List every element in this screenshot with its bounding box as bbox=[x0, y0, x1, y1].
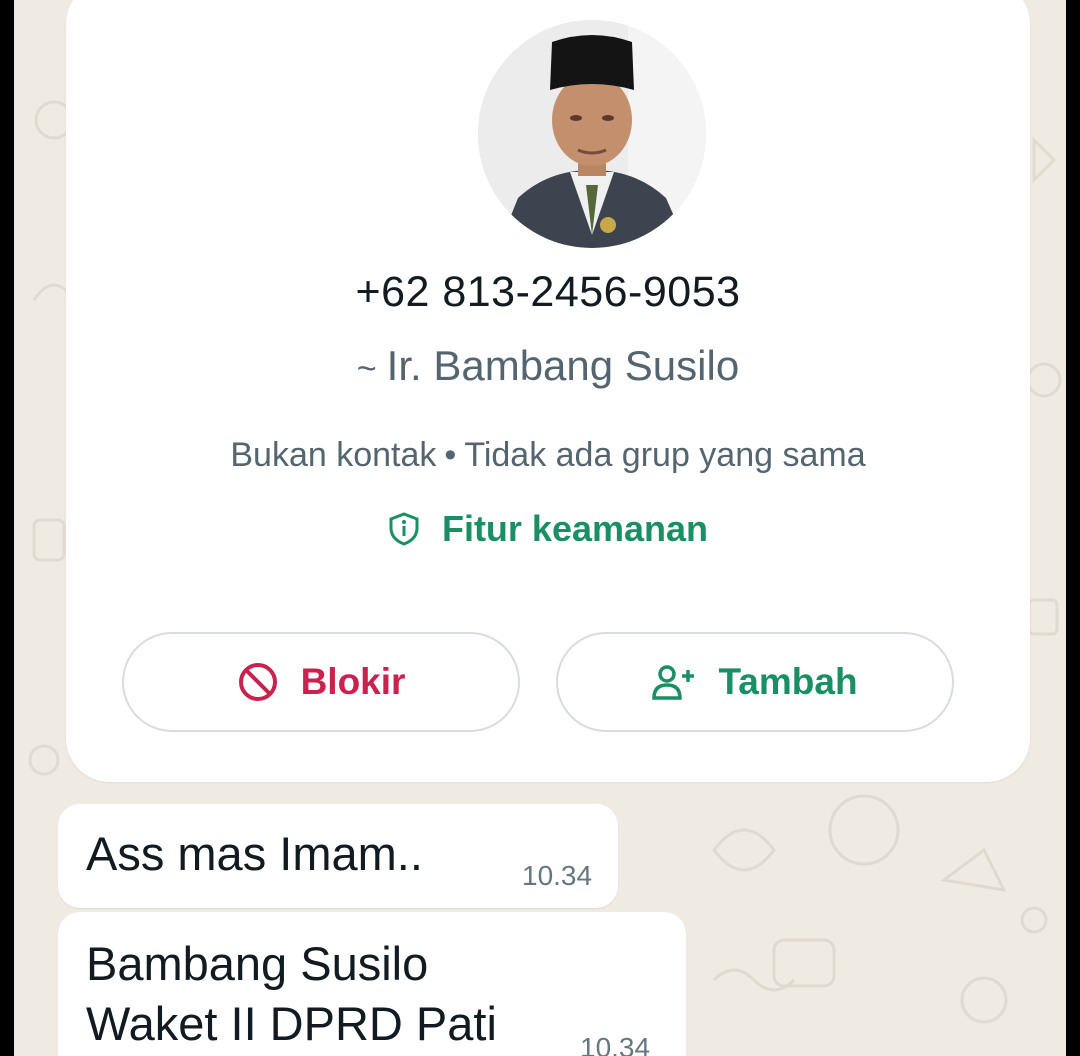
block-button[interactable]: Blokir bbox=[122, 632, 520, 732]
separator-dot: • bbox=[444, 436, 457, 474]
chat-screen: +62 813-2456-9053 ~ Ir. Bambang Susilo Bu… bbox=[14, 0, 1066, 1056]
push-name-prefix: ~ bbox=[356, 350, 377, 388]
message-bubble[interactable]: Bambang Susilo Waket II DPRD Pati 10.34 bbox=[58, 912, 686, 1056]
add-contact-icon bbox=[652, 665, 695, 700]
phone-number: +62 813-2456-9053 bbox=[355, 268, 741, 316]
common-groups-label: Tidak ada grup yang sama bbox=[464, 436, 866, 474]
message-text: Bambang Susilo Waket II DPRD Pati bbox=[86, 934, 497, 1054]
security-features-link[interactable]: Fitur keamanan bbox=[66, 508, 1030, 550]
message-bubble[interactable]: Ass mas Imam.. 10.34 bbox=[58, 804, 618, 908]
contact-info-card: +62 813-2456-9053 ~ Ir. Bambang Susilo Bu… bbox=[66, 0, 1030, 782]
contact-status-line: Bukan kontak • Tidak ada grup yang sama bbox=[66, 436, 1030, 475]
message-time: 10.34 bbox=[522, 860, 593, 891]
add-contact-button[interactable]: Tambah bbox=[556, 632, 954, 732]
contact-avatar[interactable] bbox=[478, 20, 706, 248]
message-time: 10.34 bbox=[580, 1032, 651, 1056]
message-line: Bambang Susilo bbox=[86, 937, 429, 990]
security-link-label: Fitur keamanan bbox=[441, 508, 709, 549]
add-contact-label: Tambah bbox=[718, 661, 858, 702]
push-name: ~ Ir. Bambang Susilo bbox=[66, 342, 1030, 390]
not-contact-label: Bukan kontak bbox=[230, 436, 437, 474]
message-text: Ass mas Imam.. bbox=[86, 827, 423, 880]
block-button-label: Blokir bbox=[300, 661, 406, 702]
avatar-portrait bbox=[478, 20, 706, 248]
shield-icon bbox=[389, 512, 419, 546]
block-icon bbox=[238, 663, 277, 701]
push-name-text: Ir. Bambang Susilo bbox=[386, 342, 740, 389]
message-line: Waket II DPRD Pati bbox=[86, 997, 497, 1050]
